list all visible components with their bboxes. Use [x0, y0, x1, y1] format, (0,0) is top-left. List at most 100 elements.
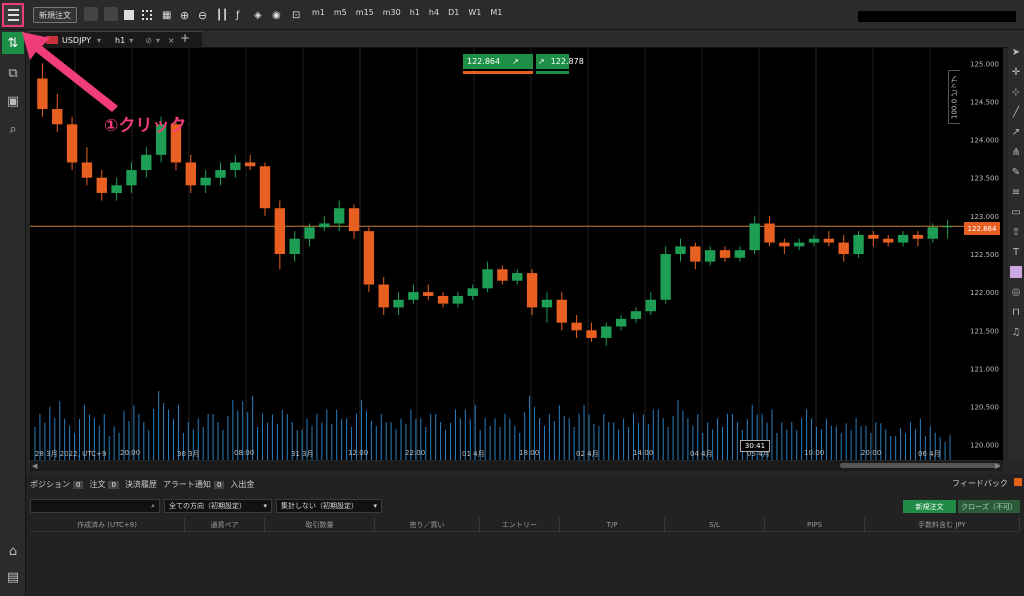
- tab-label: 注文: [89, 480, 106, 489]
- timeframe-m15[interactable]: m15: [356, 8, 374, 17]
- layout-icon[interactable]: [104, 7, 118, 21]
- candle-body: [289, 238, 300, 254]
- cursor-icon[interactable]: ➤: [1010, 46, 1022, 58]
- candle-body: [601, 326, 612, 338]
- zoom-out-icon[interactable]: ⊖: [198, 7, 207, 23]
- candle-body: [81, 162, 93, 178]
- desktop-icon[interactable]: [84, 7, 98, 21]
- price-tick-label: 123.500: [970, 175, 999, 183]
- candle-body: [393, 299, 404, 308]
- candle-body: [111, 185, 122, 193]
- candle-body: [215, 170, 226, 178]
- add-tab-icon[interactable]: +: [180, 31, 190, 45]
- search-input[interactable]: ⌕: [30, 499, 160, 513]
- search-icon[interactable]: ⌕: [2, 118, 24, 140]
- time-tick-label: 10:00: [804, 449, 825, 457]
- scrollbar-thumb[interactable]: [840, 463, 1000, 468]
- magnet-icon[interactable]: ◎: [1010, 286, 1022, 298]
- pitchfork-icon[interactable]: ⋔: [1010, 146, 1022, 158]
- tab-4[interactable]: 入出金: [230, 479, 254, 490]
- aggregate-select[interactable]: 集計しない（初期設定） ▾: [276, 499, 382, 513]
- column-header[interactable]: T/P: [560, 518, 665, 531]
- candle-body: [467, 288, 478, 296]
- trendline-icon[interactable]: ╱: [1010, 106, 1022, 118]
- fibonacci-icon[interactable]: ≡: [1010, 186, 1022, 198]
- candle-body: [526, 273, 538, 308]
- scroll-right-icon[interactable]: ▶: [995, 462, 1000, 470]
- grid-icon[interactable]: ▦: [162, 7, 171, 23]
- feedback-link[interactable]: フィードバック: [952, 478, 1008, 489]
- candle-body: [823, 238, 835, 243]
- new-order-button-bottom[interactable]: 新規注文: [903, 500, 956, 513]
- timeframe-m30[interactable]: m30: [383, 8, 401, 17]
- column-header[interactable]: 通貨ペア: [185, 518, 265, 531]
- zoom-in-icon[interactable]: ⊕: [180, 7, 189, 23]
- indicators-icon[interactable]: ƒ: [236, 7, 240, 23]
- chevron-down-icon[interactable]: ▾: [156, 36, 160, 45]
- time-axis: 28 3月 2022, UTC+9 20:00 30 3月 08:00 31 3月 12:…: [30, 447, 1003, 460]
- chart-type-icon[interactable]: ┃┃: [216, 7, 228, 23]
- timeframe-W1[interactable]: W1: [468, 8, 481, 17]
- horizontal-line-icon[interactable]: ⊹: [1010, 86, 1022, 98]
- buy-quote-button[interactable]: ↗ 122.878: [536, 54, 584, 69]
- candle-body: [126, 170, 137, 186]
- chart-canvas[interactable]: 125.000 124.500 124.000 123.500 123.000 122.5…: [30, 48, 1003, 460]
- alert-icon[interactable]: ⊡: [292, 7, 300, 23]
- tab-0[interactable]: ポジション 0: [30, 479, 84, 490]
- link-icon[interactable]: ⊘: [145, 36, 152, 45]
- price-tick-label: 125.000: [970, 60, 999, 68]
- wallet-icon[interactable]: ▤: [2, 566, 24, 588]
- candle-body: [794, 242, 805, 247]
- tab-3[interactable]: アラート通知 0: [163, 479, 225, 490]
- price-chart[interactable]: 125.000 124.500 124.000 123.500 123.000 122.5…: [30, 48, 1003, 460]
- grid-layout-icon[interactable]: [142, 10, 152, 20]
- timeframe-h1[interactable]: h1: [410, 8, 420, 17]
- feedback-icon[interactable]: [1014, 478, 1022, 486]
- bell-icon[interactable]: ♫: [1010, 326, 1022, 338]
- candle-body: [259, 166, 271, 209]
- scroll-left-icon[interactable]: ◀: [32, 462, 37, 470]
- lock-icon[interactable]: ⊓: [1010, 306, 1022, 318]
- column-header[interactable]: PIPS: [765, 518, 865, 531]
- candle-body: [704, 250, 716, 262]
- candle-body: [615, 318, 627, 327]
- timeframe-h4[interactable]: h4: [429, 8, 439, 17]
- crosshair-icon[interactable]: ✛: [1010, 66, 1022, 78]
- tab-1[interactable]: 注文 0: [89, 479, 119, 490]
- pencil-icon[interactable]: ✎: [1010, 166, 1022, 178]
- eye-icon[interactable]: ◉: [272, 7, 281, 23]
- timeframe-D1[interactable]: D1: [448, 8, 459, 17]
- candle-body: [734, 250, 746, 258]
- column-header[interactable]: 売り／買い: [375, 518, 480, 531]
- timeframe-M1[interactable]: M1: [490, 8, 502, 17]
- close-tab-icon[interactable]: ×: [168, 36, 175, 45]
- direction-select[interactable]: 全ての方向（初期設定） ▾: [164, 499, 272, 513]
- timeframe-m5[interactable]: m5: [334, 8, 347, 17]
- text-icon[interactable]: T: [1010, 246, 1022, 258]
- candle-body: [779, 242, 790, 247]
- candle-body: [912, 234, 924, 239]
- arrow-up-icon[interactable]: ⇧: [1010, 226, 1022, 238]
- bid-price: 122.864: [467, 57, 501, 66]
- current-price-label: 122.864: [964, 222, 1000, 235]
- single-layout-icon[interactable]: [124, 10, 134, 20]
- layers-icon[interactable]: ◈: [254, 7, 262, 23]
- sell-quote-button[interactable]: 122.864 ↗: [463, 54, 533, 69]
- hamburger-menu-icon[interactable]: [2, 3, 24, 27]
- new-order-button[interactable]: 新規注文: [33, 7, 77, 23]
- store-icon[interactable]: ⌂: [2, 540, 24, 562]
- countdown-label: 30:41: [740, 440, 770, 452]
- rectangle-icon[interactable]: ▭: [1010, 206, 1022, 218]
- chevron-down-icon[interactable]: ▾: [129, 36, 133, 45]
- column-header[interactable]: 取引数量: [265, 518, 375, 531]
- column-header[interactable]: 手数料含む JPY: [865, 518, 1020, 531]
- close-all-button[interactable]: クローズ（不可）: [958, 500, 1020, 513]
- column-header[interactable]: エントリー: [480, 518, 560, 531]
- column-header[interactable]: S/L: [665, 518, 765, 531]
- color-swatch-icon[interactable]: [1010, 266, 1022, 278]
- timeframe-m1[interactable]: m1: [312, 8, 325, 17]
- tab-2[interactable]: 決済履歴: [125, 479, 157, 490]
- ray-icon[interactable]: ↗: [1010, 126, 1022, 138]
- column-header[interactable]: 作成済み (UTC+8): [30, 518, 185, 531]
- candle-body: [586, 330, 597, 338]
